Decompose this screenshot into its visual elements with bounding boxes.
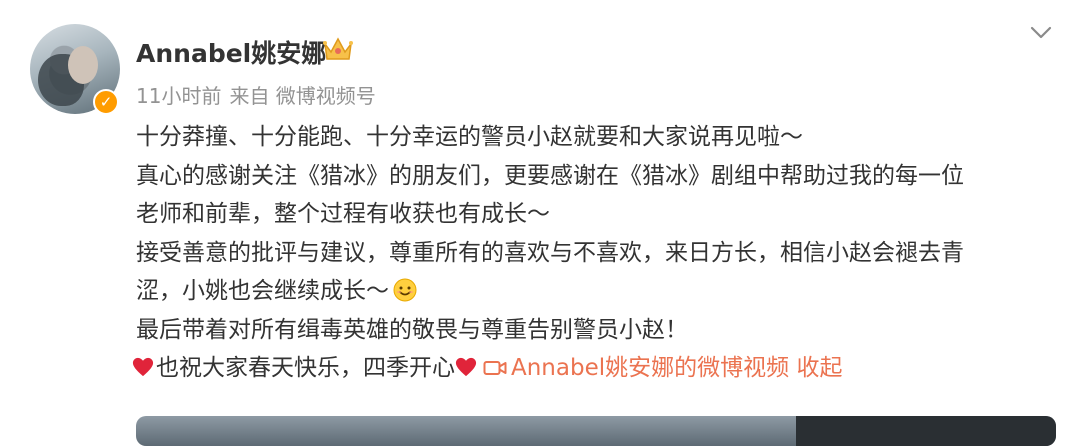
post-line: 也祝大家春天快乐，四季开心 — [156, 355, 455, 381]
red-heart-icon — [455, 357, 477, 377]
post-line: 涩，小姚也会继续成长～ — [136, 278, 389, 304]
red-heart-icon — [132, 357, 154, 377]
post-line: 十分莽撞、十分能跑、十分幸运的警员小赵就要和大家说再见啦～ — [136, 124, 803, 150]
smile-emoji-icon — [393, 278, 417, 302]
verified-badge-icon: ✓ — [93, 89, 119, 115]
post-last-line: 也祝大家春天快乐，四季开心 Annabel姚安娜的微博视频 收起 — [132, 349, 1056, 388]
video-thumbnail-dark-area — [796, 416, 1056, 446]
collapse-link[interactable]: 收起 — [796, 355, 842, 381]
post-text: 十分莽撞、十分能跑、十分幸运的警员小赵就要和大家说再见啦～ 真心的感谢关注《猎冰… — [132, 118, 1056, 388]
post-line: 接受善意的批评与建议，尊重所有的喜欢与不喜欢，来日方长，相信小赵会褪去青 — [136, 239, 964, 266]
post-line: 最后带着对所有缉毒英雄的敬畏与尊重告别警员小赵！ — [136, 316, 688, 343]
avatar-face — [68, 46, 98, 84]
crown-member-icon[interactable] — [322, 34, 354, 64]
post-line-with-emoji: 涩，小姚也会继续成长～ — [136, 272, 1056, 311]
author-name[interactable]: Annabel姚安娜 — [136, 34, 326, 70]
post-source[interactable]: 来自 微博视频号 — [229, 84, 375, 108]
post-line: 老师和前辈，整个过程有收获也有成长～ — [136, 201, 550, 227]
chevron-down-icon[interactable] — [1030, 26, 1052, 40]
video-camera-icon[interactable] — [483, 358, 507, 378]
post-time[interactable]: 11小时前 — [136, 84, 221, 108]
post-line: 真心的感谢关注《猎冰》的朋友们，更要感谢在《猎冰》剧组中帮助过我的每一位 — [136, 162, 964, 189]
video-thumbnail[interactable] — [136, 416, 1056, 446]
video-link[interactable]: Annabel姚安娜的微博视频 — [511, 355, 789, 381]
post-meta: 11小时前 来自 微博视频号 — [136, 80, 384, 109]
